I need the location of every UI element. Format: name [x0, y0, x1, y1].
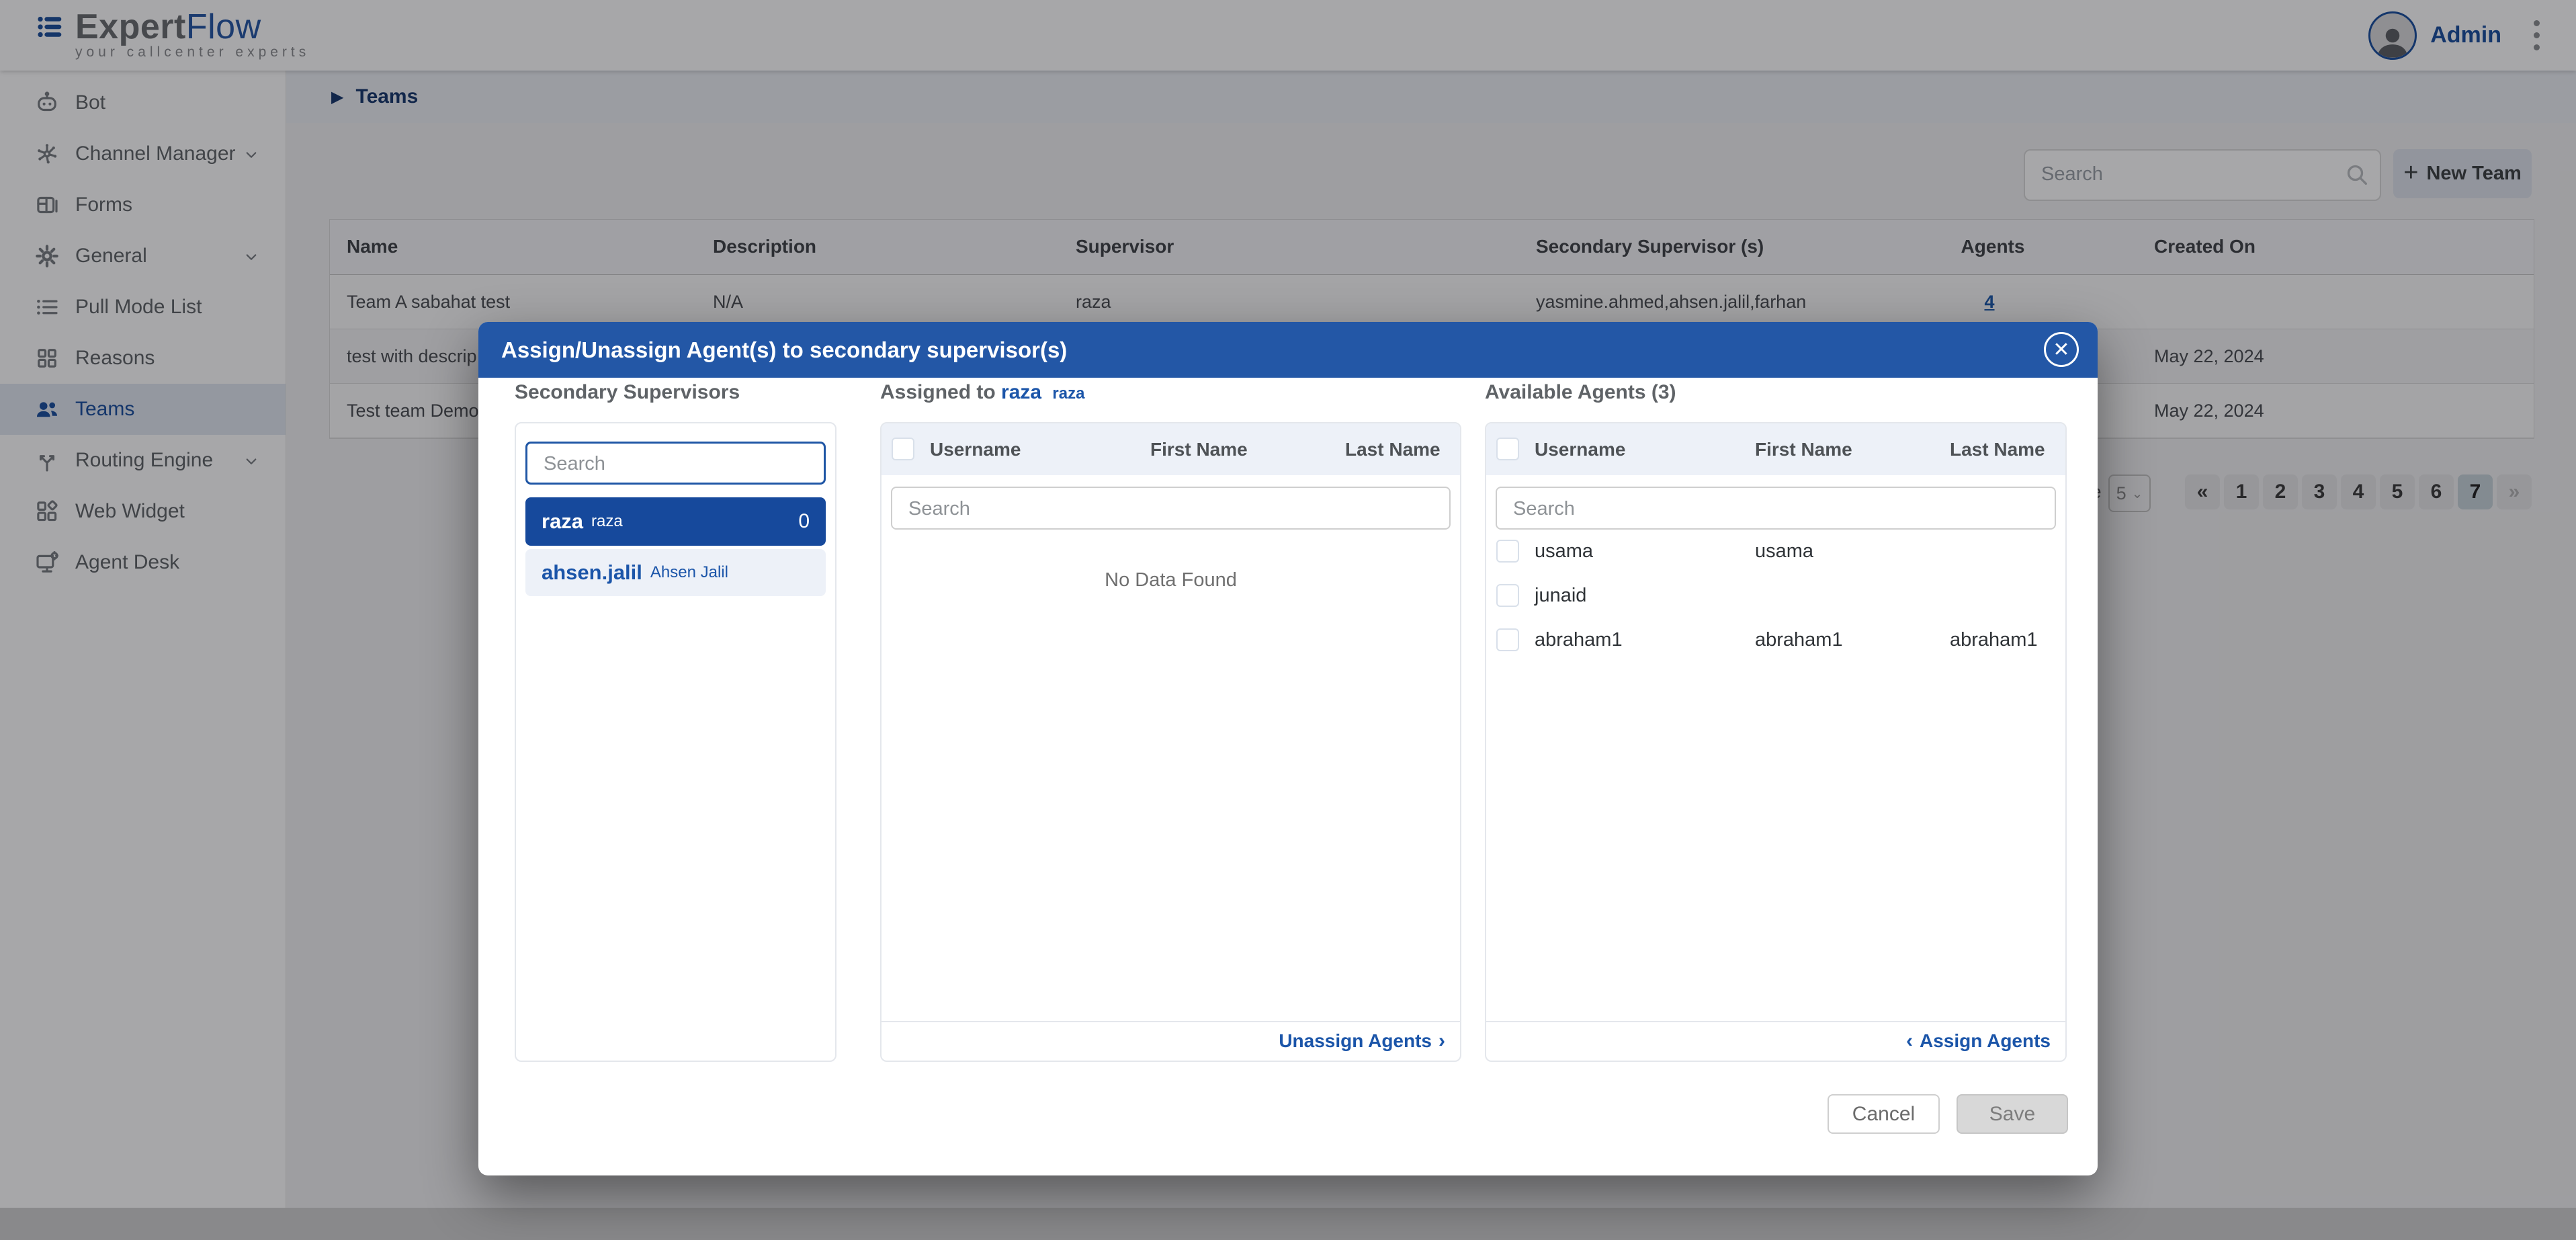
available-search [1496, 487, 2056, 530]
modal-header: Assign/Unassign Agent(s) to secondary su… [478, 322, 2098, 378]
assign-agents-modal: Assign/Unassign Agent(s) to secondary su… [478, 322, 2098, 1175]
close-icon[interactable]: ✕ [2044, 332, 2079, 367]
assigned-to-heading: Assigned to raza raza [880, 381, 1084, 404]
agent-row-abraham1: abraham1 abraham1 abraham1 [1486, 618, 2065, 661]
unassign-agents-button[interactable]: Unassign Agents › [1279, 1022, 1445, 1059]
available-table-header: Username First Name Last Name [1486, 423, 2065, 475]
assigned-agents-panel: Username First Name Last Name No Data Fo… [880, 422, 1461, 1062]
no-data-message: No Data Found [882, 569, 1460, 591]
assigned-user-sub: raza [1052, 384, 1084, 403]
chevron-right-icon: › [1439, 1022, 1445, 1059]
agent-row-junaid: junaid [1486, 574, 2065, 617]
assigned-table-header: Username First Name Last Name [882, 423, 1460, 475]
agent-checkbox[interactable] [1496, 540, 1519, 563]
select-all-checkbox[interactable] [1496, 438, 1519, 460]
secondary-supervisors-heading: Secondary Supervisors [515, 381, 740, 404]
agent-checkbox[interactable] [1496, 584, 1519, 607]
assigned-panel-footer: Unassign Agents › [882, 1021, 1460, 1061]
select-all-checkbox[interactable] [892, 438, 914, 460]
assigned-search-input[interactable] [907, 488, 1437, 530]
supervisor-item-ahsen-jalil[interactable]: ahsen.jalil Ahsen Jalil [525, 549, 826, 596]
assign-agents-button[interactable]: ‹ Assign Agents [1906, 1022, 2051, 1059]
agent-checkbox[interactable] [1496, 628, 1519, 651]
available-search-input[interactable] [1512, 488, 2043, 530]
secondary-supervisors-panel: raza raza 0 ahsen.jalil Ahsen Jalil [515, 422, 836, 1062]
available-agents-panel: Username First Name Last Name usama usam… [1485, 422, 2067, 1062]
assigned-count-badge: 0 [798, 510, 810, 533]
save-button[interactable]: Save [1957, 1094, 2068, 1134]
agent-row-usama: usama usama [1486, 530, 2065, 573]
modal-title: Assign/Unassign Agent(s) to secondary su… [501, 322, 1067, 378]
supervisor-search-input[interactable] [542, 444, 812, 484]
available-agents-heading: Available Agents (3) [1485, 381, 1676, 404]
supervisor-search [525, 442, 826, 485]
supervisor-item-raza[interactable]: raza raza 0 [525, 497, 826, 546]
assigned-user: raza [1001, 381, 1041, 403]
screen: ExpertFlow your callcenter experts Admin [0, 0, 2576, 1240]
chevron-left-icon: ‹ [1906, 1022, 1913, 1059]
assigned-search [891, 487, 1451, 530]
available-panel-footer: ‹ Assign Agents [1486, 1021, 2065, 1061]
cancel-button[interactable]: Cancel [1828, 1094, 1940, 1134]
